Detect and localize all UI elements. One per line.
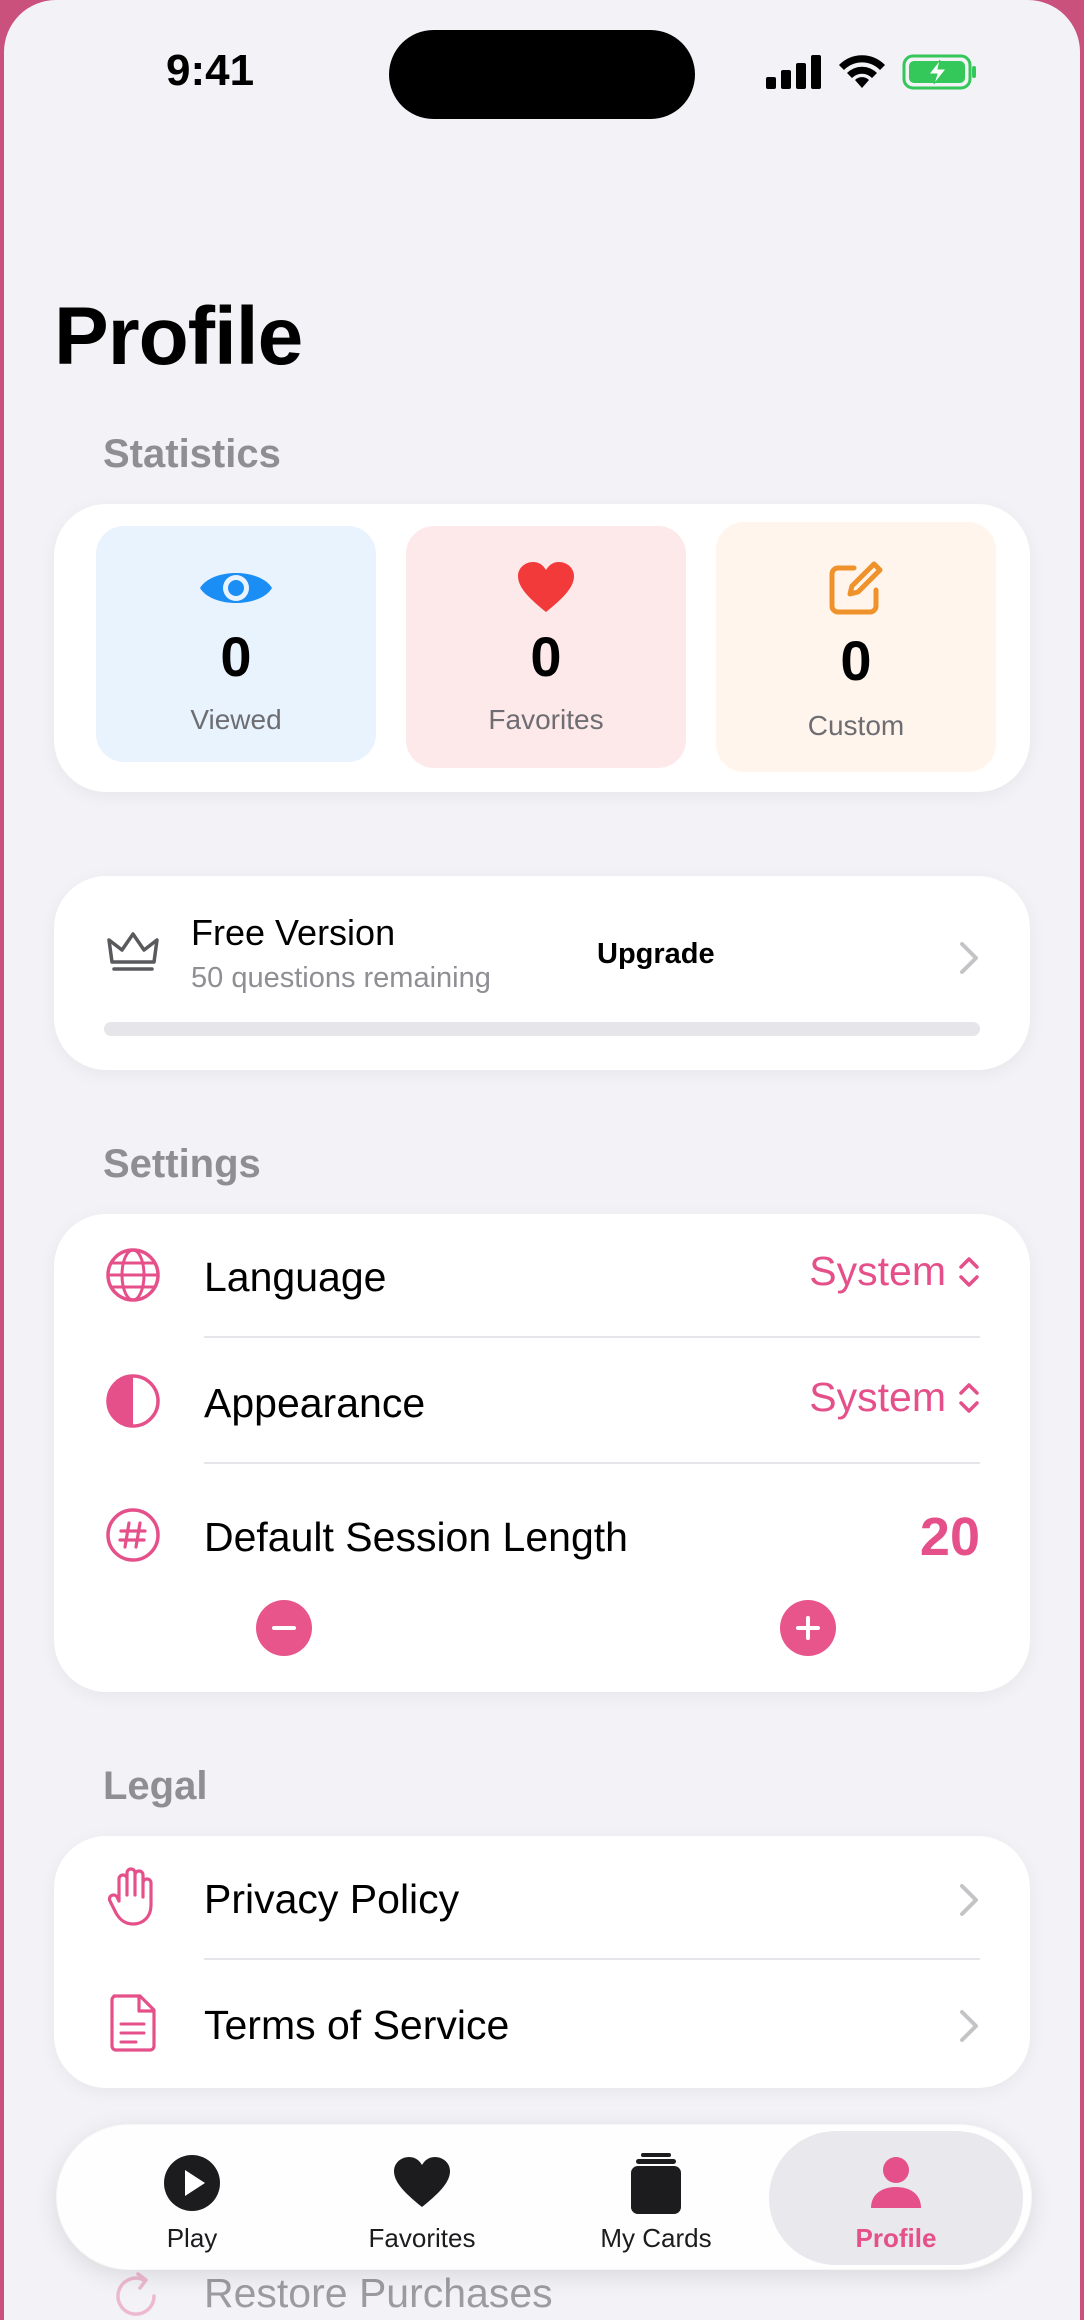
- terms-of-service-row[interactable]: Terms of Service: [54, 1962, 1030, 2086]
- refresh-icon: [116, 2272, 156, 2316]
- chevron-up-down-icon: [959, 1256, 979, 1287]
- tab-profile-label: Profile: [855, 2223, 937, 2253]
- chevron-right-icon: [960, 1884, 978, 1916]
- upgrade-button[interactable]: Upgrade: [597, 938, 715, 971]
- questions-remaining: 50 questions remaining: [191, 962, 491, 994]
- eye-icon: [200, 573, 272, 603]
- viewed-label: Viewed: [190, 704, 282, 735]
- session-length-label: Default Session Length: [204, 1514, 628, 1560]
- heart-icon: [518, 562, 574, 612]
- viewed-count: 0: [220, 625, 252, 688]
- increment-button[interactable]: [780, 1600, 836, 1656]
- language-select[interactable]: System: [809, 1248, 980, 1295]
- language-label: Language: [204, 1254, 387, 1300]
- legal-header: Legal: [103, 1764, 208, 1808]
- session-length-value: 20: [919, 1507, 980, 1567]
- square-pencil-icon: [829, 561, 883, 615]
- tab-favorites[interactable]: Favorites: [307, 2131, 537, 2265]
- globe-icon: [106, 1248, 160, 1302]
- tab-play-label: Play: [166, 2223, 218, 2253]
- restore-purchases-label: Restore Purchases: [204, 2270, 553, 2316]
- tab-play[interactable]: Play: [77, 2131, 307, 2265]
- privacy-policy-row[interactable]: Privacy Policy: [54, 1836, 1030, 1960]
- favorites-label: Favorites: [488, 704, 604, 735]
- stat-tile-custom: 0 Custom: [716, 522, 996, 772]
- cellular-signal-icon: [766, 55, 821, 89]
- legal-card: Privacy Policy Terms of Service: [54, 1836, 1030, 2088]
- profile-screen: 9:41 Profile Statistics 0 Viewed 0 Favor…: [4, 0, 1080, 2320]
- terms-of-service-label: Terms of Service: [204, 2002, 510, 2048]
- tab-bar: Play Favorites My Cards Profile: [56, 2124, 1032, 2270]
- status-icons: [766, 52, 978, 92]
- contrast-icon: [106, 1374, 160, 1428]
- language-row[interactable]: Language System: [54, 1214, 1030, 1338]
- language-value: System: [809, 1248, 946, 1294]
- tab-profile[interactable]: Profile: [769, 2131, 1023, 2265]
- privacy-policy-label: Privacy Policy: [204, 1876, 460, 1922]
- number-icon: [106, 1508, 160, 1562]
- statistics-card: 0 Viewed 0 Favorites 0 Custom: [54, 504, 1030, 792]
- person-icon: [871, 2157, 921, 2208]
- decrement-button[interactable]: [256, 1600, 312, 1656]
- tab-my-cards-label: My Cards: [600, 2223, 712, 2253]
- tab-favorites-label: Favorites: [368, 2223, 476, 2253]
- appearance-row[interactable]: Appearance System: [54, 1340, 1030, 1464]
- appearance-value: System: [809, 1374, 946, 1420]
- usage-progress-bar: [104, 1022, 980, 1036]
- settings-header: Settings: [103, 1142, 261, 1186]
- divider: [204, 1462, 980, 1464]
- free-version-card[interactable]: Free Version 50 questions remaining Upgr…: [54, 876, 1030, 1070]
- dynamic-island: [389, 30, 695, 119]
- stat-tile-favorites: 0 Favorites: [406, 526, 686, 768]
- play-icon: [164, 2155, 220, 2211]
- chevron-right-icon: [960, 2010, 978, 2042]
- tab-my-cards[interactable]: My Cards: [541, 2131, 771, 2265]
- appearance-label: Appearance: [204, 1380, 426, 1426]
- appearance-select[interactable]: System: [809, 1374, 980, 1421]
- document-icon: [110, 1994, 156, 2052]
- plus-icon: [796, 1616, 820, 1640]
- crown-icon: [107, 932, 159, 971]
- favorites-count: 0: [530, 625, 562, 688]
- stat-tile-viewed: 0 Viewed: [96, 526, 376, 762]
- minus-icon: [272, 1626, 296, 1630]
- custom-label: Custom: [807, 710, 905, 741]
- page-title: Profile: [54, 291, 303, 382]
- statistics-header: Statistics: [103, 432, 281, 476]
- chevron-right-icon: [960, 942, 978, 974]
- chevron-up-down-icon: [959, 1382, 979, 1413]
- divider: [204, 1336, 980, 1338]
- hand-icon: [107, 1867, 153, 1926]
- status-time: 9:41: [166, 46, 255, 95]
- cards-icon: [631, 2153, 681, 2214]
- battery-charging-icon: [902, 54, 976, 90]
- free-version-title: Free Version: [191, 912, 396, 953]
- heart-icon: [394, 2157, 450, 2207]
- session-length-row: Default Session Length 20: [54, 1466, 1030, 1692]
- divider: [204, 1958, 980, 1960]
- settings-card: Language System Appearance System Defaul…: [54, 1214, 1030, 1692]
- wifi-icon: [839, 55, 885, 88]
- custom-count: 0: [840, 629, 872, 692]
